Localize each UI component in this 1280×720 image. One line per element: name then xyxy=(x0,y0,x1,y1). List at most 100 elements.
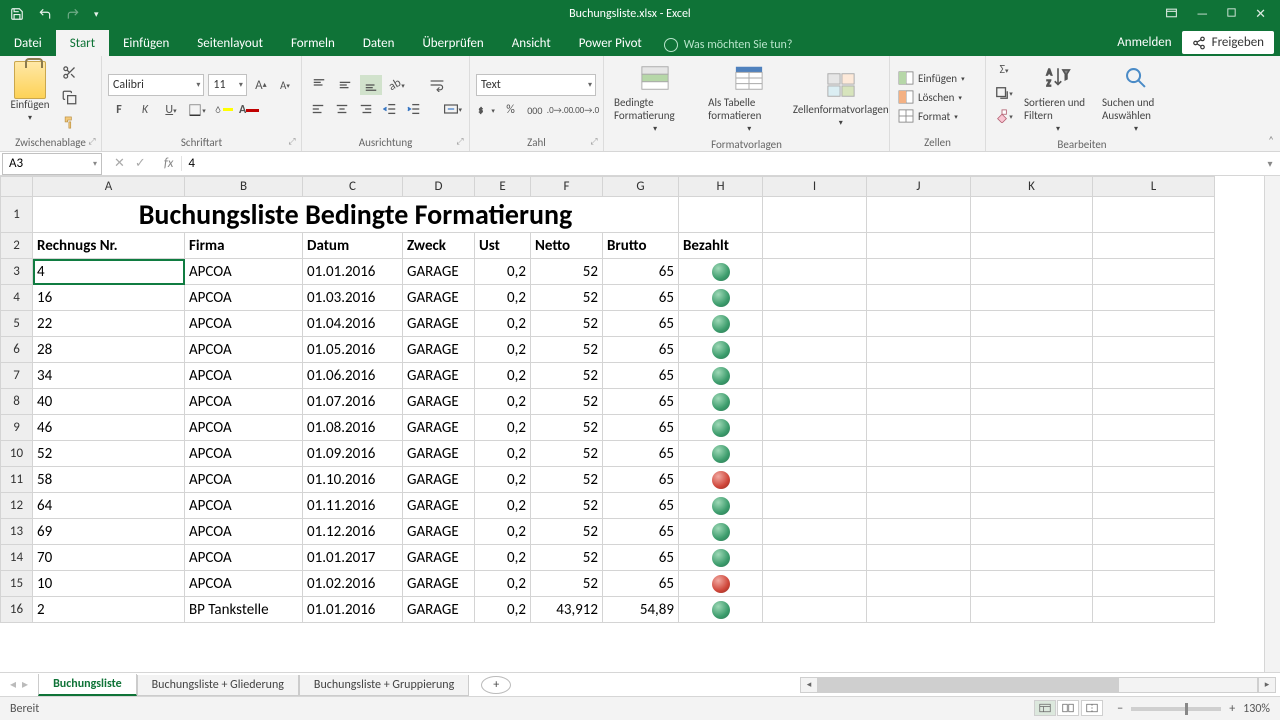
row-header[interactable]: 5 xyxy=(1,311,33,337)
row-header[interactable]: 7 xyxy=(1,363,33,389)
column-heading[interactable]: Datum xyxy=(303,233,403,259)
align-center-icon[interactable] xyxy=(332,99,352,119)
column-heading[interactable]: Bezahlt xyxy=(679,233,763,259)
cell[interactable]: 0,2 xyxy=(475,311,531,337)
column-heading[interactable]: Firma xyxy=(185,233,303,259)
cell[interactable]: 52 xyxy=(531,493,603,519)
cell[interactable]: 52 xyxy=(33,441,185,467)
undo-icon[interactable] xyxy=(38,7,52,21)
cell[interactable]: 52 xyxy=(531,311,603,337)
zoom-out-button[interactable]: − xyxy=(1117,702,1123,716)
cell[interactable]: 65 xyxy=(603,415,679,441)
maximize-icon[interactable] xyxy=(1226,7,1237,22)
cell[interactable]: GARAGE xyxy=(403,545,475,571)
cell[interactable]: APCOA xyxy=(185,441,303,467)
underline-button[interactable]: U▾ xyxy=(160,100,182,120)
cell[interactable] xyxy=(679,597,763,623)
row-header[interactable]: 9 xyxy=(1,415,33,441)
cell[interactable]: 0,2 xyxy=(475,545,531,571)
cell[interactable]: 40 xyxy=(33,389,185,415)
find-select-button[interactable]: Suchen und Auswählen▾ xyxy=(1098,60,1174,136)
add-sheet-button[interactable]: + xyxy=(481,676,511,694)
format-painter-icon[interactable] xyxy=(58,112,80,132)
cell[interactable]: 0,2 xyxy=(475,259,531,285)
cell[interactable]: APCOA xyxy=(185,311,303,337)
zoom-in-button[interactable]: + xyxy=(1229,702,1235,716)
cell[interactable]: APCOA xyxy=(185,519,303,545)
normal-view-icon[interactable] xyxy=(1034,700,1056,716)
cell[interactable]: 65 xyxy=(603,337,679,363)
cell[interactable]: 01.03.2016 xyxy=(303,285,403,311)
row-header[interactable]: 12 xyxy=(1,493,33,519)
row-header[interactable]: 8 xyxy=(1,389,33,415)
page-break-view-icon[interactable] xyxy=(1081,700,1103,716)
cell[interactable]: 0,2 xyxy=(475,389,531,415)
cell[interactable]: GARAGE xyxy=(403,311,475,337)
horizontal-scrollbar[interactable] xyxy=(818,677,1258,693)
cell[interactable]: 0,2 xyxy=(475,571,531,597)
cell[interactable]: 65 xyxy=(603,311,679,337)
cell[interactable]: 43,912 xyxy=(531,597,603,623)
cell[interactable]: 01.05.2016 xyxy=(303,337,403,363)
share-button[interactable]: Freigeben xyxy=(1182,31,1274,54)
increase-indent-icon[interactable] xyxy=(404,99,424,119)
col-header[interactable]: D xyxy=(403,177,475,197)
align-left-icon[interactable] xyxy=(308,99,328,119)
fill-color-icon[interactable] xyxy=(212,100,234,120)
align-top-icon[interactable] xyxy=(308,75,330,95)
sheet-title[interactable]: Buchungsliste Bedingte Formatierung xyxy=(33,197,679,233)
select-all-corner[interactable] xyxy=(1,177,33,197)
cell[interactable]: 52 xyxy=(531,467,603,493)
dialog-launcher-icon[interactable]: ⤢ xyxy=(87,136,97,146)
cell[interactable]: 65 xyxy=(603,285,679,311)
cell[interactable]: GARAGE xyxy=(403,363,475,389)
cell[interactable]: 70 xyxy=(33,545,185,571)
cell[interactable] xyxy=(679,545,763,571)
col-header[interactable]: L xyxy=(1093,177,1215,197)
cell[interactable]: 28 xyxy=(33,337,185,363)
row-header[interactable]: 13 xyxy=(1,519,33,545)
cell[interactable]: GARAGE xyxy=(403,337,475,363)
row-header[interactable]: 1 xyxy=(1,197,33,233)
increase-decimal-icon[interactable]: .0→.00 xyxy=(549,100,571,120)
insert-cells-button[interactable]: Einfügen ▾ xyxy=(896,70,979,86)
cell[interactable]: APCOA xyxy=(185,337,303,363)
cell[interactable]: 01.01.2017 xyxy=(303,545,403,571)
cell[interactable]: 65 xyxy=(603,519,679,545)
align-right-icon[interactable] xyxy=(356,99,376,119)
paste-button[interactable]: Einfügen ▾ xyxy=(6,62,54,125)
cell[interactable]: 52 xyxy=(531,337,603,363)
row-header[interactable]: 15 xyxy=(1,571,33,597)
increase-font-icon[interactable]: A▴ xyxy=(251,75,271,95)
cell[interactable]: GARAGE xyxy=(403,493,475,519)
cell[interactable]: APCOA xyxy=(185,545,303,571)
col-header[interactable]: A xyxy=(33,177,185,197)
cell[interactable]: GARAGE xyxy=(403,467,475,493)
cell[interactable] xyxy=(679,519,763,545)
cell[interactable]: 0,2 xyxy=(475,597,531,623)
column-heading[interactable]: Netto xyxy=(531,233,603,259)
autosum-icon[interactable]: Σ▾ xyxy=(990,60,1018,80)
cell[interactable]: 34 xyxy=(33,363,185,389)
cell[interactable] xyxy=(679,493,763,519)
column-heading[interactable]: Zweck xyxy=(403,233,475,259)
collapse-ribbon-icon[interactable]: ˄ xyxy=(1268,134,1274,147)
sheet-nav-prev-icon[interactable]: ◂ xyxy=(10,677,16,692)
cell[interactable]: 52 xyxy=(531,259,603,285)
cell[interactable]: APCOA xyxy=(185,415,303,441)
cell[interactable]: 52 xyxy=(531,363,603,389)
col-header[interactable]: I xyxy=(763,177,867,197)
expand-formula-bar-icon[interactable]: ▾ xyxy=(1260,157,1280,170)
sheet-tab[interactable]: Buchungsliste xyxy=(38,674,137,696)
cell[interactable] xyxy=(679,441,763,467)
cell[interactable] xyxy=(679,363,763,389)
cell[interactable]: 64 xyxy=(33,493,185,519)
qat-customize-icon[interactable]: ▾ xyxy=(94,9,99,20)
row-header[interactable]: 2 xyxy=(1,233,33,259)
cell[interactable]: 0,2 xyxy=(475,285,531,311)
cell[interactable]: GARAGE xyxy=(403,285,475,311)
conditional-formatting-button[interactable]: Bedingte Formatierung▾ xyxy=(610,60,700,136)
cell[interactable] xyxy=(679,337,763,363)
orientation-icon[interactable]: ab▾ xyxy=(386,75,408,95)
format-cells-button[interactable]: Format ▾ xyxy=(896,108,979,124)
